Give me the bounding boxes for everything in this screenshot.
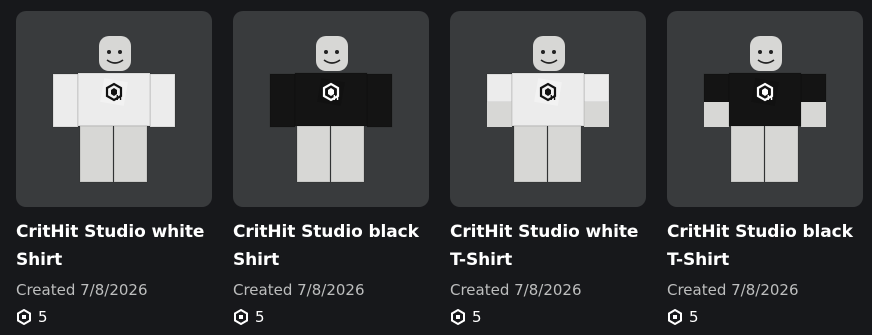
price-value: 5 [689,308,699,326]
avatar-preview: H [703,36,827,183]
robux-icon [234,309,248,325]
item-price: 5 [667,305,863,329]
item-title[interactable]: CritHit Studio white Shirt [16,218,212,274]
item-title[interactable]: CritHit Studio black T-Shirt [667,218,863,274]
item-price: 5 [233,305,429,329]
avatar-preview: H [52,36,176,183]
item-card-white-tshirt[interactable]: H CritHit Studio white T-Shirt Created 7… [450,11,646,329]
item-title[interactable]: CritHit Studio white T-Shirt [450,218,646,274]
svg-text:H: H [116,94,122,102]
item-created-date: Created 7/8/2026 [667,281,799,299]
avatar-preview: H [486,36,610,183]
price-value: 5 [472,308,482,326]
robux-icon [451,309,465,325]
item-title[interactable]: CritHit Studio black Shirt [233,218,429,274]
item-created-date: Created 7/8/2026 [450,281,582,299]
svg-text:H: H [333,94,339,102]
item-grid: H CritHit Studio white Shirt Created 7/8… [16,11,863,329]
item-card-white-shirt[interactable]: H CritHit Studio white Shirt Created 7/8… [16,11,212,329]
robux-icon [17,309,31,325]
price-value: 5 [38,308,48,326]
item-price: 5 [16,305,212,329]
item-card-black-shirt[interactable]: H CritHit Studio black Shirt Created 7/8… [233,11,429,329]
item-card-black-tshirt[interactable]: H CritHit Studio black T-Shirt Created 7… [667,11,863,329]
avatar-preview: H [269,36,393,183]
item-thumbnail[interactable]: H [233,11,429,207]
item-thumbnail[interactable]: H [667,11,863,207]
item-thumbnail[interactable]: H [16,11,212,207]
item-price: 5 [450,305,646,329]
price-value: 5 [255,308,265,326]
svg-text:H: H [550,94,556,102]
item-created-date: Created 7/8/2026 [16,281,148,299]
robux-icon [668,309,682,325]
item-thumbnail[interactable]: H [450,11,646,207]
svg-text:H: H [767,94,773,102]
item-created-date: Created 7/8/2026 [233,281,365,299]
